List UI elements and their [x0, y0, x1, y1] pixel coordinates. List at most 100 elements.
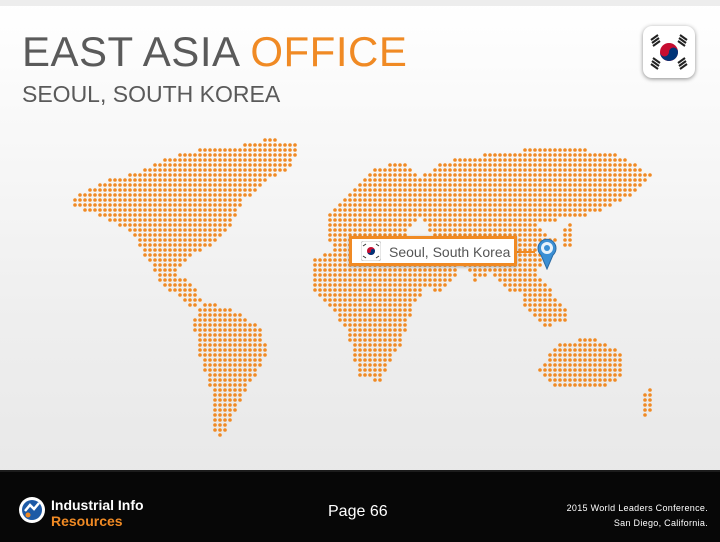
map-dot — [198, 313, 202, 317]
map-dot — [403, 188, 407, 192]
map-dot — [543, 213, 547, 217]
map-dot — [418, 288, 422, 292]
map-dot — [188, 248, 192, 252]
map-dot — [568, 368, 572, 372]
map-dot — [228, 323, 232, 327]
map-dot — [373, 203, 377, 207]
map-dot — [338, 208, 342, 212]
map-dot — [238, 383, 242, 387]
map-dot — [598, 373, 602, 377]
map-dot — [258, 348, 262, 352]
map-dot — [213, 428, 217, 432]
map-dot — [463, 183, 467, 187]
map-dot — [228, 403, 232, 407]
map-dot — [463, 168, 467, 172]
map-dot — [373, 363, 377, 367]
map-dot — [223, 418, 227, 422]
map-dot — [278, 163, 282, 167]
map-dot — [523, 263, 527, 267]
map-dot — [558, 153, 562, 157]
map-dot — [573, 373, 577, 377]
map-dot — [393, 303, 397, 307]
map-dot — [503, 168, 507, 172]
map-dot — [458, 173, 462, 177]
map-dot — [383, 198, 387, 202]
map-dot — [358, 198, 362, 202]
map-dot — [443, 163, 447, 167]
seoul-callout[interactable]: Seoul, South Korea — [349, 236, 517, 266]
map-dot — [438, 168, 442, 172]
map-dot — [508, 183, 512, 187]
map-dot — [393, 213, 397, 217]
map-dot — [153, 243, 157, 247]
map-dot — [313, 283, 317, 287]
map-dot — [328, 218, 332, 222]
map-dot — [128, 198, 132, 202]
map-dot — [548, 318, 552, 322]
map-dot — [398, 293, 402, 297]
map-dot — [198, 178, 202, 182]
map-dot — [503, 178, 507, 182]
map-dot — [148, 218, 152, 222]
map-dot — [338, 243, 342, 247]
map-dot — [563, 178, 567, 182]
location-pin-icon[interactable] — [536, 238, 558, 270]
map-dot — [588, 168, 592, 172]
map-dot — [543, 208, 547, 212]
map-dot — [123, 198, 127, 202]
map-dot — [108, 208, 112, 212]
map-dot — [143, 178, 147, 182]
map-dot — [363, 303, 367, 307]
map-dot — [598, 353, 602, 357]
map-dot — [128, 193, 132, 197]
map-dot — [333, 243, 337, 247]
map-dot — [163, 223, 167, 227]
map-dot — [168, 243, 172, 247]
map-dot — [348, 268, 352, 272]
map-dot — [353, 288, 357, 292]
map-dot — [173, 278, 177, 282]
map-dot — [353, 328, 357, 332]
map-dot — [363, 183, 367, 187]
map-dot — [183, 233, 187, 237]
map-dot — [228, 213, 232, 217]
map-dot — [258, 183, 262, 187]
map-dot — [193, 238, 197, 242]
map-dot — [218, 343, 222, 347]
map-dot — [373, 308, 377, 312]
map-dot — [213, 173, 217, 177]
map-dot — [363, 278, 367, 282]
map-dot — [368, 278, 372, 282]
map-dot — [218, 338, 222, 342]
map-dot — [253, 373, 257, 377]
map-dot — [168, 208, 172, 212]
map-dot — [318, 263, 322, 267]
map-dot — [193, 178, 197, 182]
map-dot — [498, 193, 502, 197]
map-dot — [378, 293, 382, 297]
map-dot — [378, 363, 382, 367]
map-dot — [123, 213, 127, 217]
map-dot — [148, 203, 152, 207]
map-dot — [388, 228, 392, 232]
map-dot — [468, 193, 472, 197]
map-dot — [508, 283, 512, 287]
map-dot — [543, 323, 547, 327]
map-dot — [393, 198, 397, 202]
map-dot — [588, 203, 592, 207]
map-dot — [393, 163, 397, 167]
map-dot — [593, 373, 597, 377]
map-dot — [233, 338, 237, 342]
map-dot — [478, 228, 482, 232]
map-dot — [133, 213, 137, 217]
map-dot — [233, 183, 237, 187]
map-dot — [598, 358, 602, 362]
map-dot — [608, 203, 612, 207]
map-dot — [408, 213, 412, 217]
map-dot — [143, 203, 147, 207]
map-dot — [528, 278, 532, 282]
map-dot — [528, 253, 532, 257]
map-dot — [548, 303, 552, 307]
map-dot — [533, 308, 537, 312]
map-dot — [218, 318, 222, 322]
